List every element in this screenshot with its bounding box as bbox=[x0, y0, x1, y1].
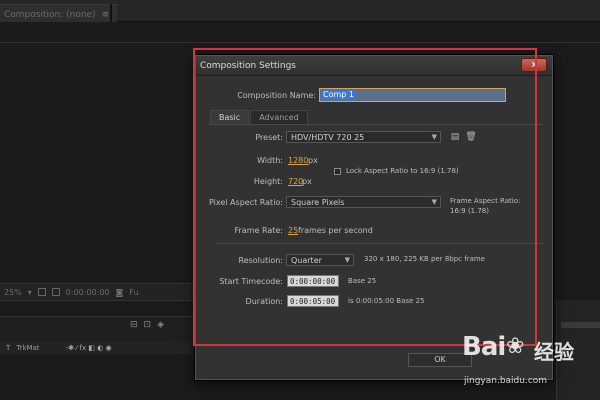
timeline-header-row: T TrkMat -✱ ⁄ fx ◧ ◐ ◉ bbox=[0, 342, 200, 354]
chevron-down-icon[interactable]: ▾ bbox=[28, 288, 32, 297]
draft-3d-icon[interactable]: ⊡ bbox=[144, 320, 152, 330]
chevron-down-icon: ▼ bbox=[431, 133, 437, 141]
shy-icon[interactable]: ◈ bbox=[157, 320, 164, 330]
width-value[interactable]: 1280 bbox=[288, 156, 308, 165]
dialog-title: Composition Settings bbox=[200, 61, 296, 71]
lock-aspect-label: Lock Aspect Ratio to 16:9 (1.78) bbox=[346, 167, 459, 175]
trash-icon[interactable]: 🗑 bbox=[465, 131, 477, 143]
layer-switches: -✱ ⁄ fx ◧ ◐ ◉ bbox=[65, 344, 112, 352]
timeline-tools: ⊟ ⊡ ◈ bbox=[130, 320, 164, 330]
frame-aspect-value: 16:9 (1.78) bbox=[450, 207, 489, 215]
resolution-label: Resolution: bbox=[238, 256, 284, 265]
pixel-aspect-value: Square Pixels bbox=[291, 198, 345, 207]
panel-divider bbox=[0, 42, 600, 43]
start-timecode-base: Base 25 bbox=[348, 277, 377, 285]
save-preset-icon[interactable]: ▤ bbox=[449, 131, 461, 143]
camera-icon[interactable]: ◙ bbox=[116, 288, 124, 297]
resolution-value: Quarter bbox=[291, 256, 322, 265]
duration-info: is 0:00:05:00 Base 25 bbox=[348, 297, 425, 305]
height-value[interactable]: 720 bbox=[288, 177, 303, 186]
tab-composition[interactable]: Composition: (none) ≡ bbox=[0, 4, 118, 22]
close-button[interactable]: x bbox=[521, 58, 547, 72]
timeline-panel bbox=[0, 316, 200, 344]
start-timecode-label: Start Timecode: bbox=[219, 277, 283, 286]
baidu-logo: Bai bbox=[462, 332, 506, 362]
tab-basic[interactable]: Basic bbox=[210, 110, 250, 124]
width-label: Width: bbox=[257, 156, 283, 165]
lock-aspect-checkbox[interactable] bbox=[334, 168, 341, 175]
frame-aspect-label: Frame Aspect Ratio: bbox=[450, 197, 521, 205]
trkmat-label: TrkMat bbox=[16, 344, 40, 352]
preset-label: Preset: bbox=[255, 133, 283, 142]
resolution-dropdown[interactable]: Quarter ▼ bbox=[286, 254, 354, 266]
height-label: Height: bbox=[253, 177, 283, 186]
duration-input[interactable]: 0:00:05:00 bbox=[287, 295, 339, 307]
frame-rate-unit: frames per second bbox=[298, 226, 373, 235]
settings-tabs: Basic Advanced bbox=[210, 110, 309, 124]
width-unit: px bbox=[308, 156, 318, 165]
composition-flowchart-icon[interactable]: ⊟ bbox=[130, 320, 138, 330]
frame-rate-value[interactable]: 25 bbox=[288, 226, 298, 235]
pixel-aspect-label: Pixel Aspect Ratio: bbox=[209, 198, 283, 207]
app-tab-bar: Composition: (none) ≡ bbox=[0, 0, 600, 22]
tab-composition-label: Composition: (none) bbox=[4, 10, 96, 20]
composition-name-value: Comp 1 bbox=[322, 90, 355, 99]
close-icon[interactable]: ≡ bbox=[102, 10, 110, 20]
resolution-info: 320 x 180, 225 KB per 8bpc frame bbox=[364, 255, 485, 263]
pixel-aspect-dropdown[interactable]: Square Pixels ▼ bbox=[286, 196, 441, 208]
watermark-suffix: 经验 bbox=[534, 340, 574, 364]
watermark-url: jingyan.baidu.com bbox=[464, 376, 548, 386]
composition-name-label: Composition Name: bbox=[237, 91, 316, 100]
grid-icon[interactable] bbox=[37, 288, 46, 296]
viewer-timecode[interactable]: 0:00:00:00 bbox=[66, 288, 110, 297]
scrollbar[interactable] bbox=[561, 322, 600, 328]
preset-dropdown[interactable]: HDV/HDTV 720 25 ▼ bbox=[286, 131, 441, 143]
height-unit: px bbox=[302, 177, 312, 186]
panel-separator bbox=[110, 4, 112, 22]
safe-zones-icon[interactable] bbox=[51, 288, 60, 296]
viewer-toolbar: 25% ▾ 0:00:00:00 ◙ Fu bbox=[0, 283, 200, 301]
preset-value: HDV/HDTV 720 25 bbox=[291, 133, 365, 142]
watermark: Bai ❀ 经验 jingyan.baidu.com bbox=[462, 330, 592, 395]
zoom-level[interactable]: 25% bbox=[4, 288, 22, 297]
tab-advanced[interactable]: Advanced bbox=[250, 110, 308, 124]
label-t: T bbox=[6, 344, 11, 352]
dialog-title-bar[interactable]: Composition Settings x bbox=[196, 56, 552, 76]
frame-rate-label: Frame Rate: bbox=[234, 226, 283, 235]
paw-icon: ❀ bbox=[506, 334, 525, 359]
duration-label: Duration: bbox=[245, 297, 283, 306]
chevron-down-icon: ▼ bbox=[431, 198, 437, 206]
viewer-extra[interactable]: Fu bbox=[129, 288, 138, 297]
chevron-down-icon: ▼ bbox=[344, 256, 350, 264]
section-divider bbox=[216, 243, 544, 244]
composition-name-input[interactable]: Comp 1 bbox=[319, 88, 506, 102]
start-timecode-input[interactable]: 0:00:00:00 bbox=[287, 275, 339, 287]
